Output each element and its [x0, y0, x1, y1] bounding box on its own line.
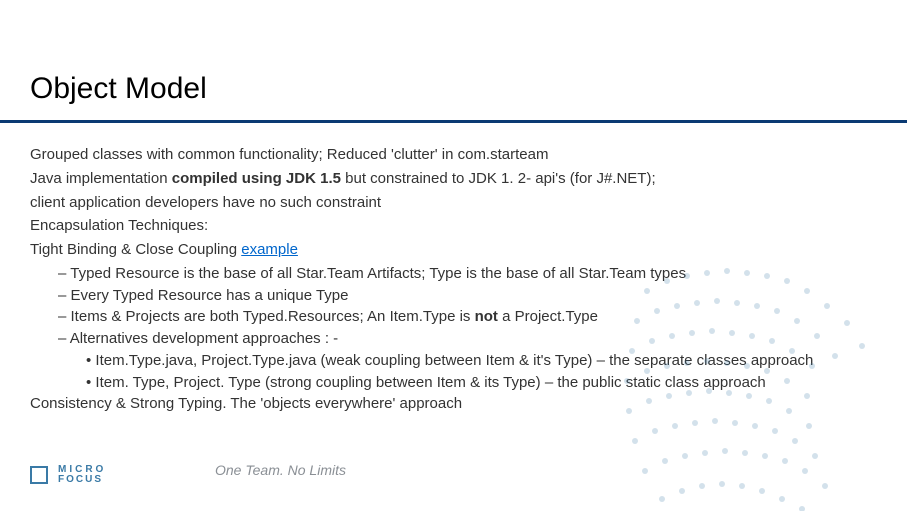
dash-item-4-text: Alternatives development approaches : -	[70, 330, 338, 347]
bullet-item-2: Item. Type, Project. Type (strong coupli…	[86, 372, 867, 394]
dash-item-2-text: Every Typed Resource has a unique Type	[71, 287, 349, 304]
dash-item-3-bold: not	[475, 308, 498, 325]
tight-binding-line: Tight Binding & Close Coupling example	[30, 239, 867, 261]
bullet-item-1: Item.Type.java, Project.Type.java (weak …	[86, 350, 867, 372]
body-line-3: client application developers have no su…	[30, 192, 867, 214]
slide-body: Grouped classes with common functionalit…	[30, 144, 867, 417]
dash-item-3: Items & Projects are both Typed.Resource…	[58, 306, 867, 328]
bullet-list: Item.Type.java, Project.Type.java (weak …	[58, 350, 867, 394]
body-line-2-pre: Java implementation	[30, 170, 172, 187]
body-line-2-post: but constrained to JDK 1. 2- api's (for …	[341, 170, 656, 187]
tight-binding-text: Tight Binding & Close Coupling	[30, 241, 241, 258]
dash-item-3-pre: Items & Projects are both Typed.Resource…	[71, 308, 475, 325]
body-line-1: Grouped classes with common functionalit…	[30, 144, 867, 166]
consistency-line: Consistency & Strong Typing. The 'object…	[30, 393, 867, 415]
body-line-2-bold: compiled using JDK 1.5	[172, 170, 341, 187]
bullet-item-2-text: Item. Type, Project. Type (strong coupli…	[95, 374, 765, 391]
brand-tagline: One Team. No Limits	[215, 462, 346, 478]
microfocus-logo-text: MICRO FOCUS	[58, 465, 106, 485]
example-link[interactable]: example	[241, 241, 298, 258]
dash-list: Typed Resource is the base of all Star.T…	[30, 263, 867, 394]
slide-title: Object Model	[30, 72, 207, 106]
dash-item-1-text: Typed Resource is the base of all Star.T…	[70, 265, 686, 282]
body-line-2: Java implementation compiled using JDK 1…	[30, 168, 867, 190]
dash-item-1: Typed Resource is the base of all Star.T…	[58, 263, 867, 285]
title-underline	[0, 120, 907, 123]
footer-brand: MICRO FOCUS	[30, 465, 106, 485]
slide: { "title": "Object Model", "body": { "li…	[0, 0, 907, 511]
dash-item-4: Alternatives development approaches : - …	[58, 328, 867, 393]
bullet-item-1-text: Item.Type.java, Project.Type.java (weak …	[95, 352, 813, 369]
logo-line-2: FOCUS	[58, 475, 106, 485]
body-line-4: Encapsulation Techniques:	[30, 215, 867, 237]
dash-item-2: Every Typed Resource has a unique Type	[58, 285, 867, 307]
dash-item-3-post: a Project.Type	[498, 308, 598, 325]
microfocus-logo-icon	[30, 466, 48, 484]
